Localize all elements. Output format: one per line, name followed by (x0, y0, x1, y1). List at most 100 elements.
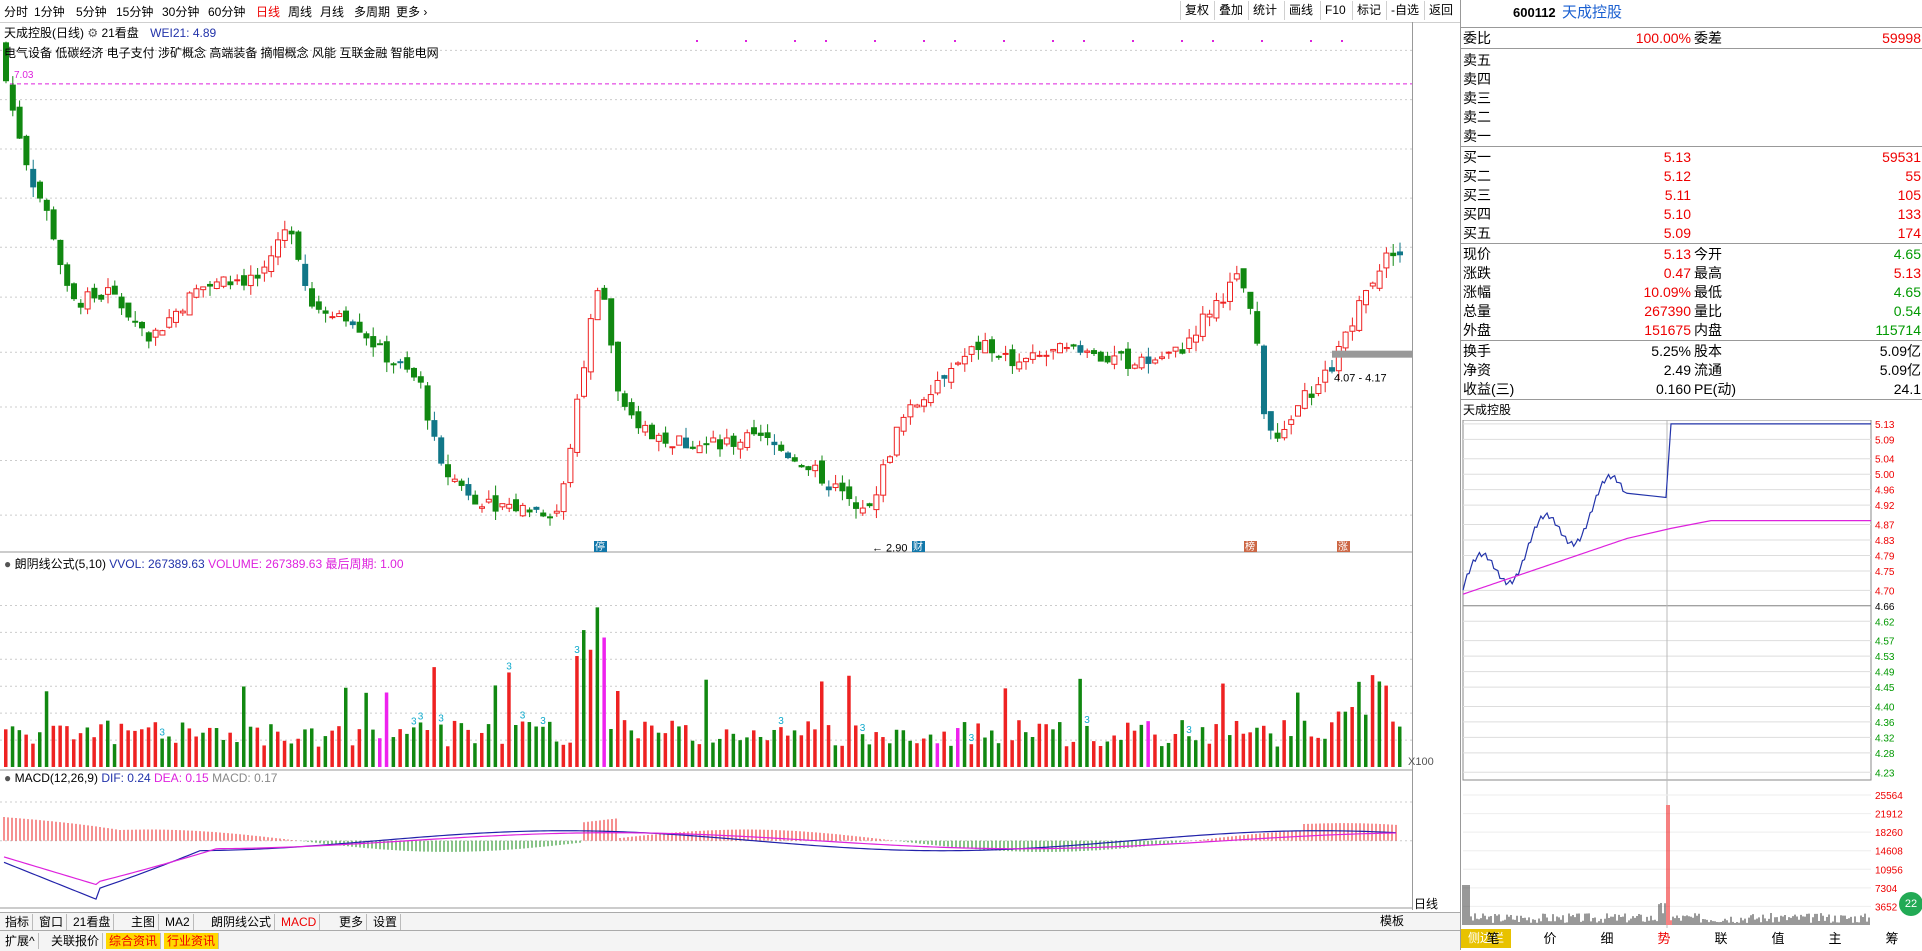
period-1[interactable]: 1分钟 (34, 3, 65, 20)
tick-tab-4[interactable]: 联 (1693, 929, 1749, 948)
indicator-tab-3[interactable]: 主图 (128, 914, 160, 930)
tick-tab-3[interactable]: 势 (1636, 929, 1692, 948)
stock-name[interactable]: 天成控股 (1562, 3, 1622, 22)
tool-button-4[interactable]: F10 (1320, 1, 1350, 20)
volume-bar (1160, 746, 1164, 767)
candle-body (499, 503, 506, 508)
indicator-tab-7[interactable]: 更多 (336, 914, 368, 930)
tool-button-6[interactable]: -自选 (1386, 1, 1423, 20)
candle-body (1322, 369, 1329, 383)
candle-body (159, 330, 166, 336)
volume-bar (548, 721, 552, 767)
price-axis (1412, 22, 1460, 910)
indicator-tab-5[interactable]: 朗阴线公式 (208, 914, 276, 930)
volume-indicator-name: 朗阴线公式(5,10) (14, 557, 106, 571)
template-button[interactable]: 模板 (1380, 912, 1404, 929)
mini-vol-label: 14608 (1875, 847, 1903, 858)
period-4[interactable]: 30分钟 (162, 3, 199, 20)
indicator-tab-8[interactable]: 设置 (370, 914, 402, 930)
candle-body (227, 281, 234, 286)
indicator-tab-2[interactable]: 21看盘 (70, 914, 115, 930)
volume-bar (1391, 721, 1395, 767)
period-9[interactable]: 多周期 (354, 3, 390, 20)
tool-button-0[interactable]: 复权 (1180, 1, 1213, 20)
candle-body (887, 456, 893, 463)
tick-tab-6[interactable]: 主 (1807, 929, 1863, 948)
weibi-value: 100.00% (1635, 30, 1691, 46)
quote-value-2: 4.65 (1893, 284, 1921, 300)
volume-bar (1323, 738, 1327, 767)
tool-button-7[interactable]: 返回 (1424, 1, 1457, 20)
indicator-tab-0[interactable]: 指标 (2, 914, 34, 930)
gear-icon[interactable]: ⚙ (87, 26, 98, 40)
tick-tab-0[interactable]: 笔 (1465, 929, 1521, 948)
indicator-tab-6[interactable]: MACD (278, 914, 321, 930)
intraday-mini-chart[interactable]: 5.13 5.09 5.04 5.00 4.96 4.92 4.87 4.83 4.79 4.75… (1461, 420, 1922, 928)
volume-bar (78, 733, 83, 767)
volume-bar (1384, 685, 1388, 767)
candle-body (43, 199, 50, 211)
volume-bar (745, 737, 749, 767)
candle-body (1281, 428, 1288, 439)
price-range-label: 4.07 - 4.17 (1334, 372, 1387, 384)
tool-button-3[interactable]: 画线 (1284, 1, 1317, 20)
bottom-tab-2[interactable]: 综合资讯 (106, 933, 162, 949)
candle-body (193, 288, 200, 298)
candle-body (1036, 354, 1043, 357)
indicator-tab-4[interactable]: MA2 (162, 914, 194, 930)
period-10[interactable]: 更多 › (396, 3, 427, 20)
tool-button-5[interactable]: 标记 (1352, 1, 1385, 20)
mini-price-label: 4.83 (1875, 536, 1895, 547)
indicator-tab-1[interactable]: 窗口 (36, 914, 68, 930)
signal-dot (1212, 40, 1214, 42)
mini-vol-label: 18260 (1875, 828, 1903, 839)
bottom-tab-1[interactable]: 关联报价 (48, 933, 104, 949)
period-8[interactable]: 月线 (320, 3, 344, 20)
bottom-tab-3[interactable]: 行业资讯 (164, 933, 220, 949)
tick-tab-2[interactable]: 细 (1579, 929, 1635, 948)
volume-bar (881, 737, 885, 767)
volume-bar (1030, 736, 1035, 767)
weicha-value: 59998 (1882, 30, 1921, 46)
candle-body (1043, 354, 1050, 357)
sell-volume (1781, 108, 1921, 127)
fund-value-2: 24.1 (1893, 381, 1921, 397)
volume-unit: X100 (1408, 756, 1434, 768)
mini-price-label: 4.28 (1875, 749, 1895, 760)
period-7[interactable]: 周线 (288, 3, 312, 20)
period-5[interactable]: 60分钟 (208, 3, 245, 20)
candle-body (1288, 419, 1295, 425)
tick-tab-5[interactable]: 值 (1750, 929, 1806, 948)
period-box[interactable]: 日线 (1414, 895, 1438, 912)
volume-bar (1173, 733, 1178, 767)
quote-value-2: 4.65 (1893, 246, 1921, 262)
volume-bar (554, 741, 559, 767)
volume-bar (174, 742, 178, 767)
volume-bar (255, 727, 260, 767)
candle-body (404, 357, 411, 370)
signal-dot (825, 40, 827, 42)
period-0[interactable]: 分时 (4, 3, 28, 20)
volume-bar (527, 722, 532, 767)
volume-bar (962, 722, 967, 767)
volume-bar (779, 727, 783, 767)
candle-body (526, 509, 533, 513)
tick-tab-7[interactable]: 筹 (1864, 929, 1920, 948)
tool-button-1[interactable]: 叠加 (1214, 1, 1247, 20)
candle-body (1165, 351, 1172, 354)
candle-body (458, 480, 465, 486)
indicator-21[interactable]: 21看盘 (101, 26, 138, 40)
mini-price-label: 4.79 (1875, 551, 1895, 562)
period-6[interactable]: 日线 (256, 3, 280, 20)
period-2[interactable]: 5分钟 (76, 3, 107, 20)
bottom-tab-0[interactable]: 扩展^ (2, 933, 39, 949)
tool-button-2[interactable]: 统计 (1248, 1, 1281, 20)
volume-bar (221, 739, 226, 767)
signal-dot (1003, 40, 1005, 42)
notification-badge[interactable]: 22 (1899, 892, 1922, 916)
period-3[interactable]: 15分钟 (116, 3, 153, 20)
volume-bar (1112, 735, 1116, 767)
volume-bar (541, 726, 545, 767)
tick-tab-1[interactable]: 价 (1522, 929, 1578, 948)
volume-bar (1377, 681, 1382, 767)
